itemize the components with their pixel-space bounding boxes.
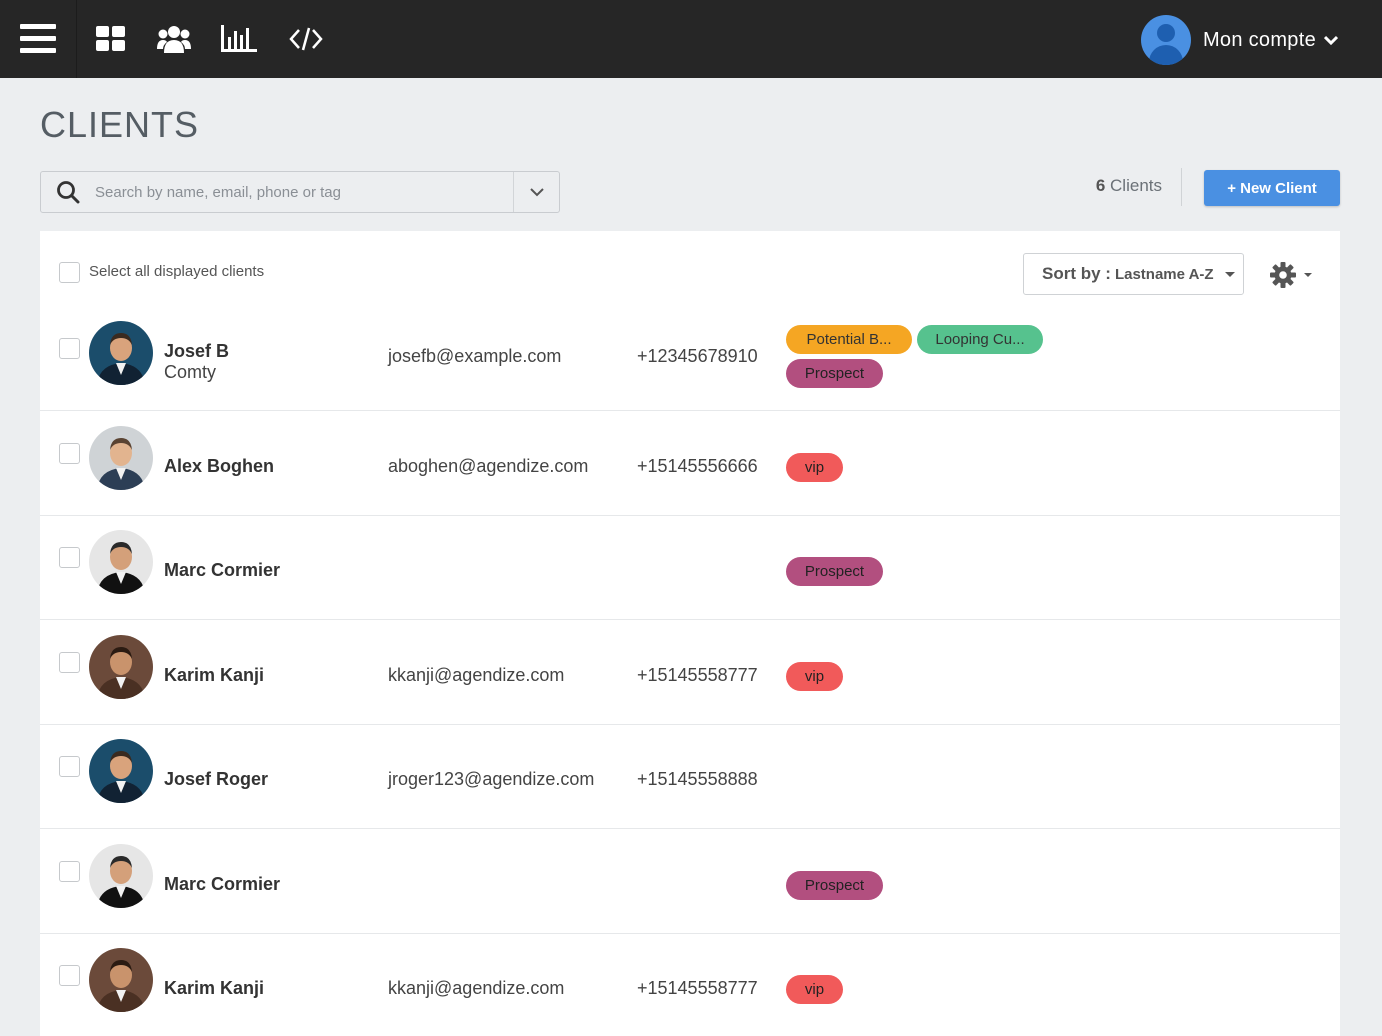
client-tag[interactable]: Looping Cu... bbox=[917, 325, 1043, 354]
sort-value: Lastname A-Z bbox=[1114, 265, 1214, 283]
client-phone: +15145558777 bbox=[637, 978, 758, 998]
client-name[interactable]: Josef Roger bbox=[164, 769, 268, 790]
client-avatar bbox=[89, 425, 153, 490]
client-avatar bbox=[89, 530, 153, 594]
client-company: Comty bbox=[164, 362, 217, 382]
client-email: jroger123@agendize.com bbox=[388, 769, 595, 789]
client-count: 6 Clients bbox=[1096, 176, 1162, 196]
settings-menu-button[interactable] bbox=[1269, 259, 1317, 291]
search-icon bbox=[41, 172, 95, 212]
client-email: aboghen@agendize.com bbox=[388, 455, 589, 476]
client-row[interactable]: Marc Cormier Prospect bbox=[40, 830, 1340, 934]
client-avatar bbox=[89, 948, 153, 1012]
client-tag[interactable]: Prospect bbox=[786, 870, 883, 900]
client-name[interactable]: Josef B bbox=[164, 341, 229, 362]
client-avatar bbox=[89, 739, 153, 803]
client-row-checkbox[interactable] bbox=[59, 965, 80, 986]
client-name[interactable]: Karim Kanji bbox=[164, 665, 264, 686]
client-count-label: Clients bbox=[1110, 176, 1162, 195]
client-phone: +15145556666 bbox=[637, 455, 758, 476]
account-menu[interactable]: Mon compte bbox=[1140, 15, 1338, 65]
client-row-checkbox[interactable] bbox=[59, 338, 80, 359]
client-row[interactable]: Josef B Comty josefb@example.com +123456789… bbox=[40, 307, 1340, 411]
client-tag[interactable]: Potential B... bbox=[786, 325, 912, 354]
divider bbox=[1181, 168, 1182, 206]
sort-label: Sort by : bbox=[1042, 264, 1111, 283]
account-label: Mon compte bbox=[1202, 28, 1316, 51]
client-name[interactable]: Marc Cormier bbox=[164, 560, 280, 581]
caret-down-icon bbox=[1304, 273, 1312, 277]
client-email: kkanji@agendize.com bbox=[388, 978, 565, 998]
dashboard-grid-icon[interactable] bbox=[91, 20, 131, 58]
client-avatar bbox=[89, 843, 153, 908]
chevron-down-icon bbox=[529, 187, 544, 196]
select-all-checkbox[interactable] bbox=[59, 262, 80, 283]
search-input[interactable] bbox=[95, 172, 513, 212]
gear-icon bbox=[1270, 262, 1296, 288]
clients-list-panel: Select all displayed clients Sort by : L… bbox=[40, 231, 1340, 1036]
chevron-down-icon bbox=[1324, 35, 1338, 45]
client-count-number: 6 bbox=[1095, 176, 1106, 195]
client-row-checkbox[interactable] bbox=[59, 860, 80, 882]
user-avatar-icon bbox=[1140, 15, 1191, 65]
client-email: kkanji@agendize.com bbox=[388, 664, 565, 685]
hamburger-icon bbox=[20, 24, 56, 54]
client-row[interactable]: Marc Cormier Prospect bbox=[40, 516, 1340, 620]
client-tag[interactable]: vip bbox=[786, 661, 843, 691]
client-tag[interactable]: vip bbox=[786, 975, 843, 1004]
code-icon[interactable] bbox=[286, 20, 326, 58]
client-tag[interactable]: Prospect bbox=[786, 557, 883, 586]
select-all-label: Select all displayed clients bbox=[89, 263, 265, 280]
client-row-checkbox[interactable] bbox=[59, 651, 80, 673]
client-phone: +15145558888 bbox=[637, 769, 758, 789]
top-navbar: Mon compte bbox=[0, 0, 1382, 78]
sort-dropdown[interactable]: Sort by : Lastname A-Z bbox=[1023, 253, 1244, 295]
client-name[interactable]: Alex Boghen bbox=[164, 456, 274, 477]
client-row-checkbox[interactable] bbox=[59, 756, 80, 777]
caret-down-icon bbox=[1225, 272, 1235, 277]
client-row-checkbox[interactable] bbox=[59, 442, 80, 464]
client-tag[interactable]: vip bbox=[786, 452, 843, 482]
client-row[interactable]: Karim Kanji kkanji@agendize.com +151455587… bbox=[40, 621, 1340, 725]
client-avatar bbox=[89, 634, 153, 699]
client-tag[interactable]: Prospect bbox=[786, 359, 883, 388]
bar-chart-icon[interactable] bbox=[219, 20, 259, 58]
client-phone: +12345678910 bbox=[637, 346, 758, 366]
client-email: josefb@example.com bbox=[388, 346, 562, 366]
search-filter-dropdown[interactable] bbox=[513, 172, 559, 212]
client-row[interactable]: Alex Boghen aboghen@agendize.com +15145556… bbox=[40, 412, 1340, 516]
search-box bbox=[40, 171, 560, 213]
hamburger-menu-button[interactable] bbox=[0, 0, 77, 78]
client-row-checkbox[interactable] bbox=[59, 547, 80, 568]
client-row[interactable]: Josef Roger jroger123@agendize.com +151455… bbox=[40, 725, 1340, 829]
client-avatar bbox=[89, 321, 153, 385]
client-phone: +15145558777 bbox=[637, 664, 758, 685]
new-client-button[interactable]: + New Client bbox=[1204, 170, 1340, 206]
page-title: CLIENTS bbox=[40, 104, 200, 145]
client-row[interactable]: Karim Kanji kkanji@agendize.com +151455587… bbox=[40, 934, 1340, 1036]
client-name[interactable]: Karim Kanji bbox=[164, 978, 264, 999]
users-group-icon[interactable] bbox=[154, 20, 194, 58]
client-name[interactable]: Marc Cormier bbox=[164, 874, 280, 895]
